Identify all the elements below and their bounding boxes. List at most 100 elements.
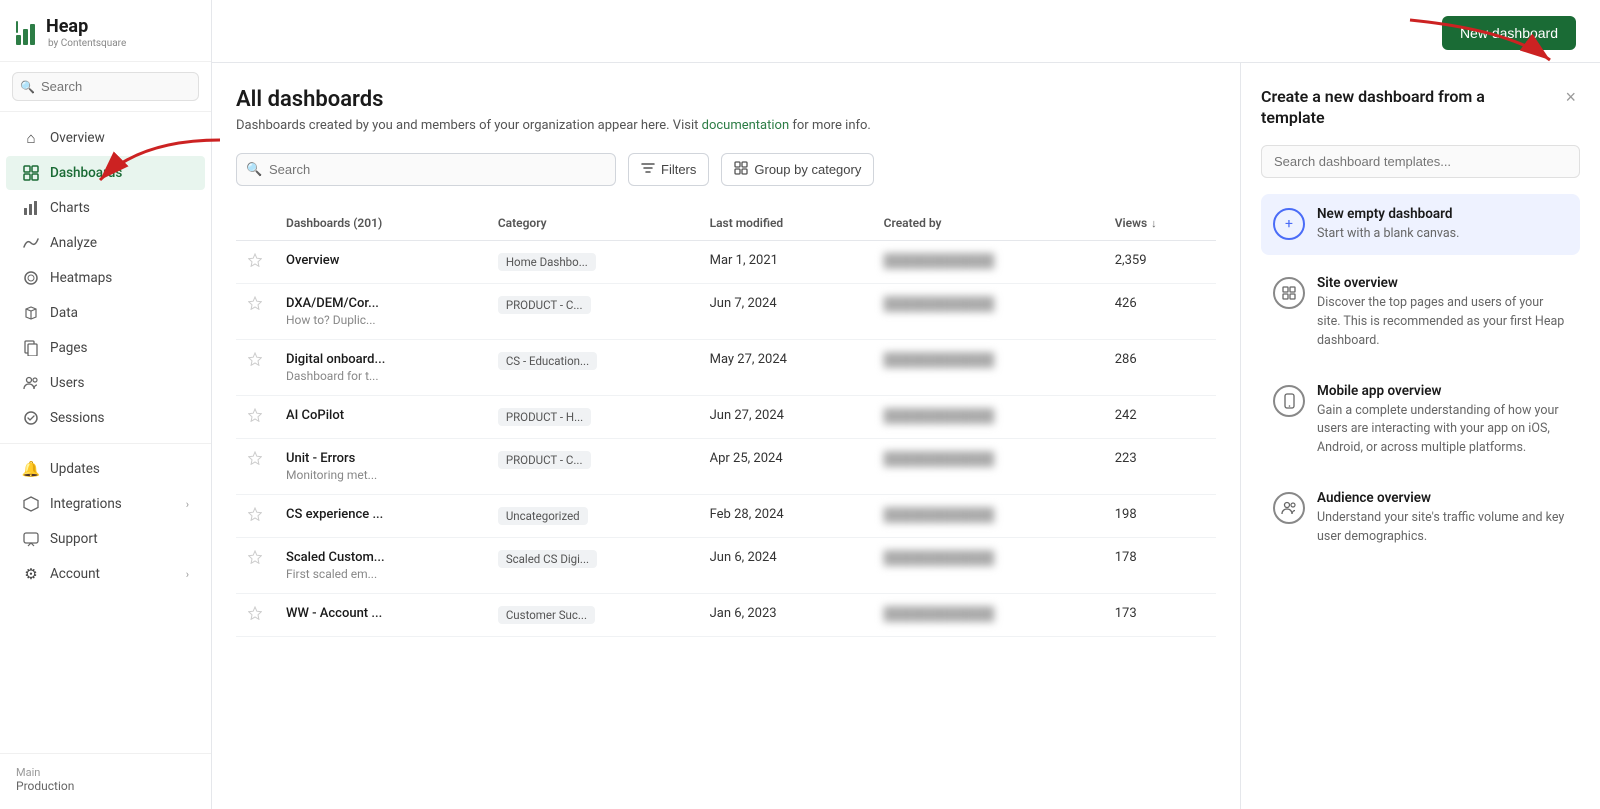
star-cell[interactable] bbox=[236, 340, 274, 396]
modified-cell: Jun 27, 2024 bbox=[698, 396, 872, 439]
panel-header: Create a new dashboard from a template × bbox=[1261, 87, 1580, 129]
filters-button[interactable]: Filters bbox=[628, 153, 709, 186]
group-by-label: Group by category bbox=[754, 162, 861, 177]
sidebar-item-support[interactable]: Support bbox=[6, 522, 205, 556]
dashboards-panel: All dashboards Dashboards created by you… bbox=[212, 63, 1240, 809]
sidebar-item-overview[interactable]: ⌂ Overview bbox=[6, 121, 205, 155]
docs-link[interactable]: documentation bbox=[702, 118, 790, 133]
modified-cell: Jan 6, 2023 bbox=[698, 594, 872, 637]
dashboard-name-cell[interactable]: AI CoPilot bbox=[274, 396, 486, 439]
toolbar-search-area[interactable]: 🔍 bbox=[236, 153, 616, 186]
table-row[interactable]: Unit - Errors Monitoring met... PRODUCT … bbox=[236, 439, 1216, 495]
sidebar-item-label: Analyze bbox=[50, 235, 97, 251]
col-name[interactable]: Dashboards (201) bbox=[274, 206, 486, 241]
table-row[interactable]: WW - Account ... Customer Suc... Jan 6, … bbox=[236, 594, 1216, 637]
category-cell: Home Dashbo... bbox=[486, 241, 698, 284]
updates-icon: 🔔 bbox=[22, 460, 40, 478]
sidebar-item-users[interactable]: Users bbox=[6, 366, 205, 400]
star-cell[interactable] bbox=[236, 284, 274, 340]
dashboard-name-cell[interactable]: DXA/DEM/Cor... How to? Duplic... bbox=[274, 284, 486, 340]
panel-search-input[interactable] bbox=[1261, 145, 1580, 178]
category-cell: PRODUCT - H... bbox=[486, 396, 698, 439]
sidebar-item-account[interactable]: ⚙ Account › bbox=[6, 557, 205, 591]
col-modified[interactable]: Last modified bbox=[698, 206, 872, 241]
dashboard-name-cell[interactable]: Overview bbox=[274, 241, 486, 284]
table-row[interactable]: Overview Home Dashbo... Mar 1, 2021 ████… bbox=[236, 241, 1216, 284]
star-cell[interactable] bbox=[236, 241, 274, 284]
template-item-site-overview[interactable]: Site overview Discover the top pages and… bbox=[1261, 263, 1580, 362]
env-value: Production bbox=[16, 779, 195, 793]
template-icon-empty: + bbox=[1273, 208, 1305, 240]
sidebar-item-label: Overview bbox=[50, 130, 105, 146]
star-cell[interactable] bbox=[236, 439, 274, 495]
dashboard-name-cell[interactable]: CS experience ... bbox=[274, 495, 486, 538]
table-row[interactable]: CS experience ... Uncategorized Feb 28, … bbox=[236, 495, 1216, 538]
sidebar-search-input[interactable] bbox=[12, 72, 199, 101]
sidebar-item-integrations[interactable]: Integrations › bbox=[6, 487, 205, 521]
group-by-button[interactable]: Group by category bbox=[721, 153, 874, 186]
sidebar-item-label: Charts bbox=[50, 200, 90, 216]
sidebar-item-dashboards[interactable]: Dashboards bbox=[6, 156, 205, 190]
table-row[interactable]: DXA/DEM/Cor... How to? Duplic... PRODUCT… bbox=[236, 284, 1216, 340]
col-category[interactable]: Category bbox=[486, 206, 698, 241]
modified-cell: Apr 25, 2024 bbox=[698, 439, 872, 495]
dashboard-name-cell[interactable]: Digital onboard... Dashboard for t... bbox=[274, 340, 486, 396]
new-dashboard-button[interactable]: New dashboard bbox=[1442, 16, 1576, 50]
dashboard-name-cell[interactable]: Unit - Errors Monitoring met... bbox=[274, 439, 486, 495]
star-cell[interactable] bbox=[236, 538, 274, 594]
star-cell[interactable] bbox=[236, 495, 274, 538]
logo-area: Heap by Contentsquare bbox=[0, 0, 211, 62]
template-name-empty: New empty dashboard bbox=[1317, 206, 1459, 222]
sidebar-item-sessions[interactable]: Sessions bbox=[6, 401, 205, 435]
logo-icon bbox=[16, 21, 38, 45]
template-desc-audience: Understand your site's traffic volume an… bbox=[1317, 509, 1568, 547]
col-created-by[interactable]: Created by bbox=[872, 206, 1103, 241]
views-cell: 242 bbox=[1103, 396, 1216, 439]
sidebar-item-label: Heatmaps bbox=[50, 270, 112, 286]
star-cell[interactable] bbox=[236, 594, 274, 637]
sidebar-item-label: Support bbox=[50, 531, 98, 547]
integrations-icon bbox=[22, 495, 40, 513]
template-item-mobile-app[interactable]: Mobile app overview Gain a complete unde… bbox=[1261, 371, 1580, 470]
views-cell: 286 bbox=[1103, 340, 1216, 396]
sidebar-item-charts[interactable]: Charts bbox=[6, 191, 205, 225]
sidebar-item-data[interactable]: Data bbox=[6, 296, 205, 330]
table-row[interactable]: Digital onboard... Dashboard for t... CS… bbox=[236, 340, 1216, 396]
sidebar-item-analyze[interactable]: Analyze bbox=[6, 226, 205, 260]
panel-search-area[interactable] bbox=[1261, 145, 1580, 178]
table-row[interactable]: AI CoPilot PRODUCT - H... Jun 27, 2024 █… bbox=[236, 396, 1216, 439]
sidebar-item-label: Dashboards bbox=[50, 165, 122, 181]
sidebar-item-updates[interactable]: 🔔 Updates bbox=[6, 452, 205, 486]
template-icon-mobile-app bbox=[1273, 385, 1305, 417]
modified-cell: Mar 1, 2021 bbox=[698, 241, 872, 284]
sidebar-item-heatmaps[interactable]: Heatmaps bbox=[6, 261, 205, 295]
category-cell: PRODUCT - C... bbox=[486, 284, 698, 340]
views-cell: 198 bbox=[1103, 495, 1216, 538]
star-cell[interactable] bbox=[236, 396, 274, 439]
analyze-icon bbox=[22, 234, 40, 252]
sidebar-item-pages[interactable]: Pages bbox=[6, 331, 205, 365]
dashboards-icon bbox=[22, 164, 40, 182]
col-views[interactable]: Views ↓ bbox=[1103, 206, 1216, 241]
panel-title: Create a new dashboard from a template bbox=[1261, 87, 1541, 129]
dashboard-name-cell[interactable]: WW - Account ... bbox=[274, 594, 486, 637]
sort-icon: ↓ bbox=[1151, 217, 1157, 230]
content-area: All dashboards Dashboards created by you… bbox=[212, 63, 1600, 809]
toolbar-search-input[interactable] bbox=[236, 153, 616, 186]
panel-close-button[interactable]: × bbox=[1561, 87, 1580, 108]
created-by-cell: ████████████ bbox=[872, 439, 1103, 495]
dashboards-table: Dashboards (201) Category Last modified … bbox=[236, 206, 1216, 637]
table-row[interactable]: Scaled Custom... First scaled em... Scal… bbox=[236, 538, 1216, 594]
category-cell: Scaled CS Digi... bbox=[486, 538, 698, 594]
template-item-audience[interactable]: Audience overview Understand your site's… bbox=[1261, 478, 1580, 559]
sidebar-search-area[interactable]: 🔍 bbox=[0, 62, 211, 112]
template-desc-site-overview: Discover the top pages and users of your… bbox=[1317, 294, 1568, 350]
app-by: by Contentsquare bbox=[48, 38, 126, 49]
template-item-empty[interactable]: + New empty dashboard Start with a blank… bbox=[1261, 194, 1580, 256]
views-cell: 223 bbox=[1103, 439, 1216, 495]
heatmaps-icon bbox=[22, 269, 40, 287]
sidebar: Heap by Contentsquare 🔍 ⌂ Overview bbox=[0, 0, 212, 809]
dashboard-name-cell[interactable]: Scaled Custom... First scaled em... bbox=[274, 538, 486, 594]
col-star bbox=[236, 206, 274, 241]
toolbar-search-icon: 🔍 bbox=[246, 162, 262, 177]
